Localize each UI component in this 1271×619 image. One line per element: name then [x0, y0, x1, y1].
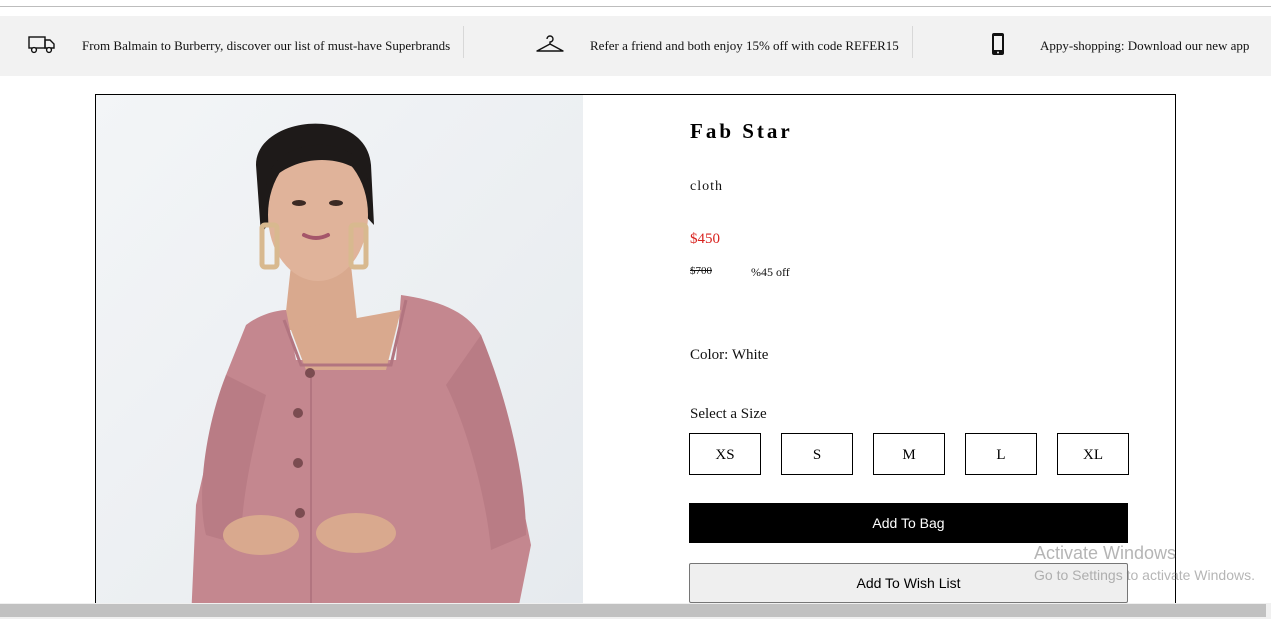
add-to-bag-button[interactable]: Add To Bag [689, 503, 1128, 543]
delivery-truck-icon [28, 34, 56, 59]
size-button-l[interactable]: L [965, 433, 1037, 475]
product-image[interactable] [96, 95, 583, 619]
size-button-m[interactable]: M [873, 433, 945, 475]
product-card: Fab Star cloth $450 $700 %45 off Color: … [95, 94, 1176, 619]
hanger-icon [535, 34, 565, 59]
top-rule [0, 6, 1271, 7]
mobile-phone-icon [990, 32, 1006, 61]
promo-bar: From Balmain to Burberry, discover our l… [0, 16, 1271, 76]
promo-divider [912, 26, 913, 58]
original-price: $700 [690, 265, 712, 277]
product-price: $450 [690, 231, 720, 247]
promo-divider [463, 26, 464, 58]
promo-superbrands[interactable]: From Balmain to Burberry, discover our l… [28, 16, 450, 76]
product-title: Fab Star [690, 119, 793, 143]
horizontal-scrollbar[interactable] [0, 603, 1271, 619]
size-button-xl[interactable]: XL [1057, 433, 1129, 475]
add-to-wishlist-button[interactable]: Add To Wish List [689, 563, 1128, 603]
promo-app[interactable]: Appy-shopping: Download our new app [990, 16, 1249, 76]
size-button-xs[interactable]: XS [689, 433, 761, 475]
scrollbar-thumb[interactable] [0, 604, 1266, 617]
discount-label: %45 off [751, 265, 790, 279]
promo-text: Refer a friend and both enjoy 15% off wi… [590, 38, 899, 53]
promo-referral[interactable]: Refer a friend and both enjoy 15% off wi… [535, 16, 899, 76]
size-label: Select a Size [690, 406, 767, 422]
size-button-s[interactable]: S [781, 433, 853, 475]
color-label: Color: White [690, 347, 769, 363]
promo-text: Appy-shopping: Download our new app [1040, 38, 1250, 53]
promo-text: From Balmain to Burberry, discover our l… [82, 38, 451, 53]
product-brand: cloth [690, 179, 723, 194]
